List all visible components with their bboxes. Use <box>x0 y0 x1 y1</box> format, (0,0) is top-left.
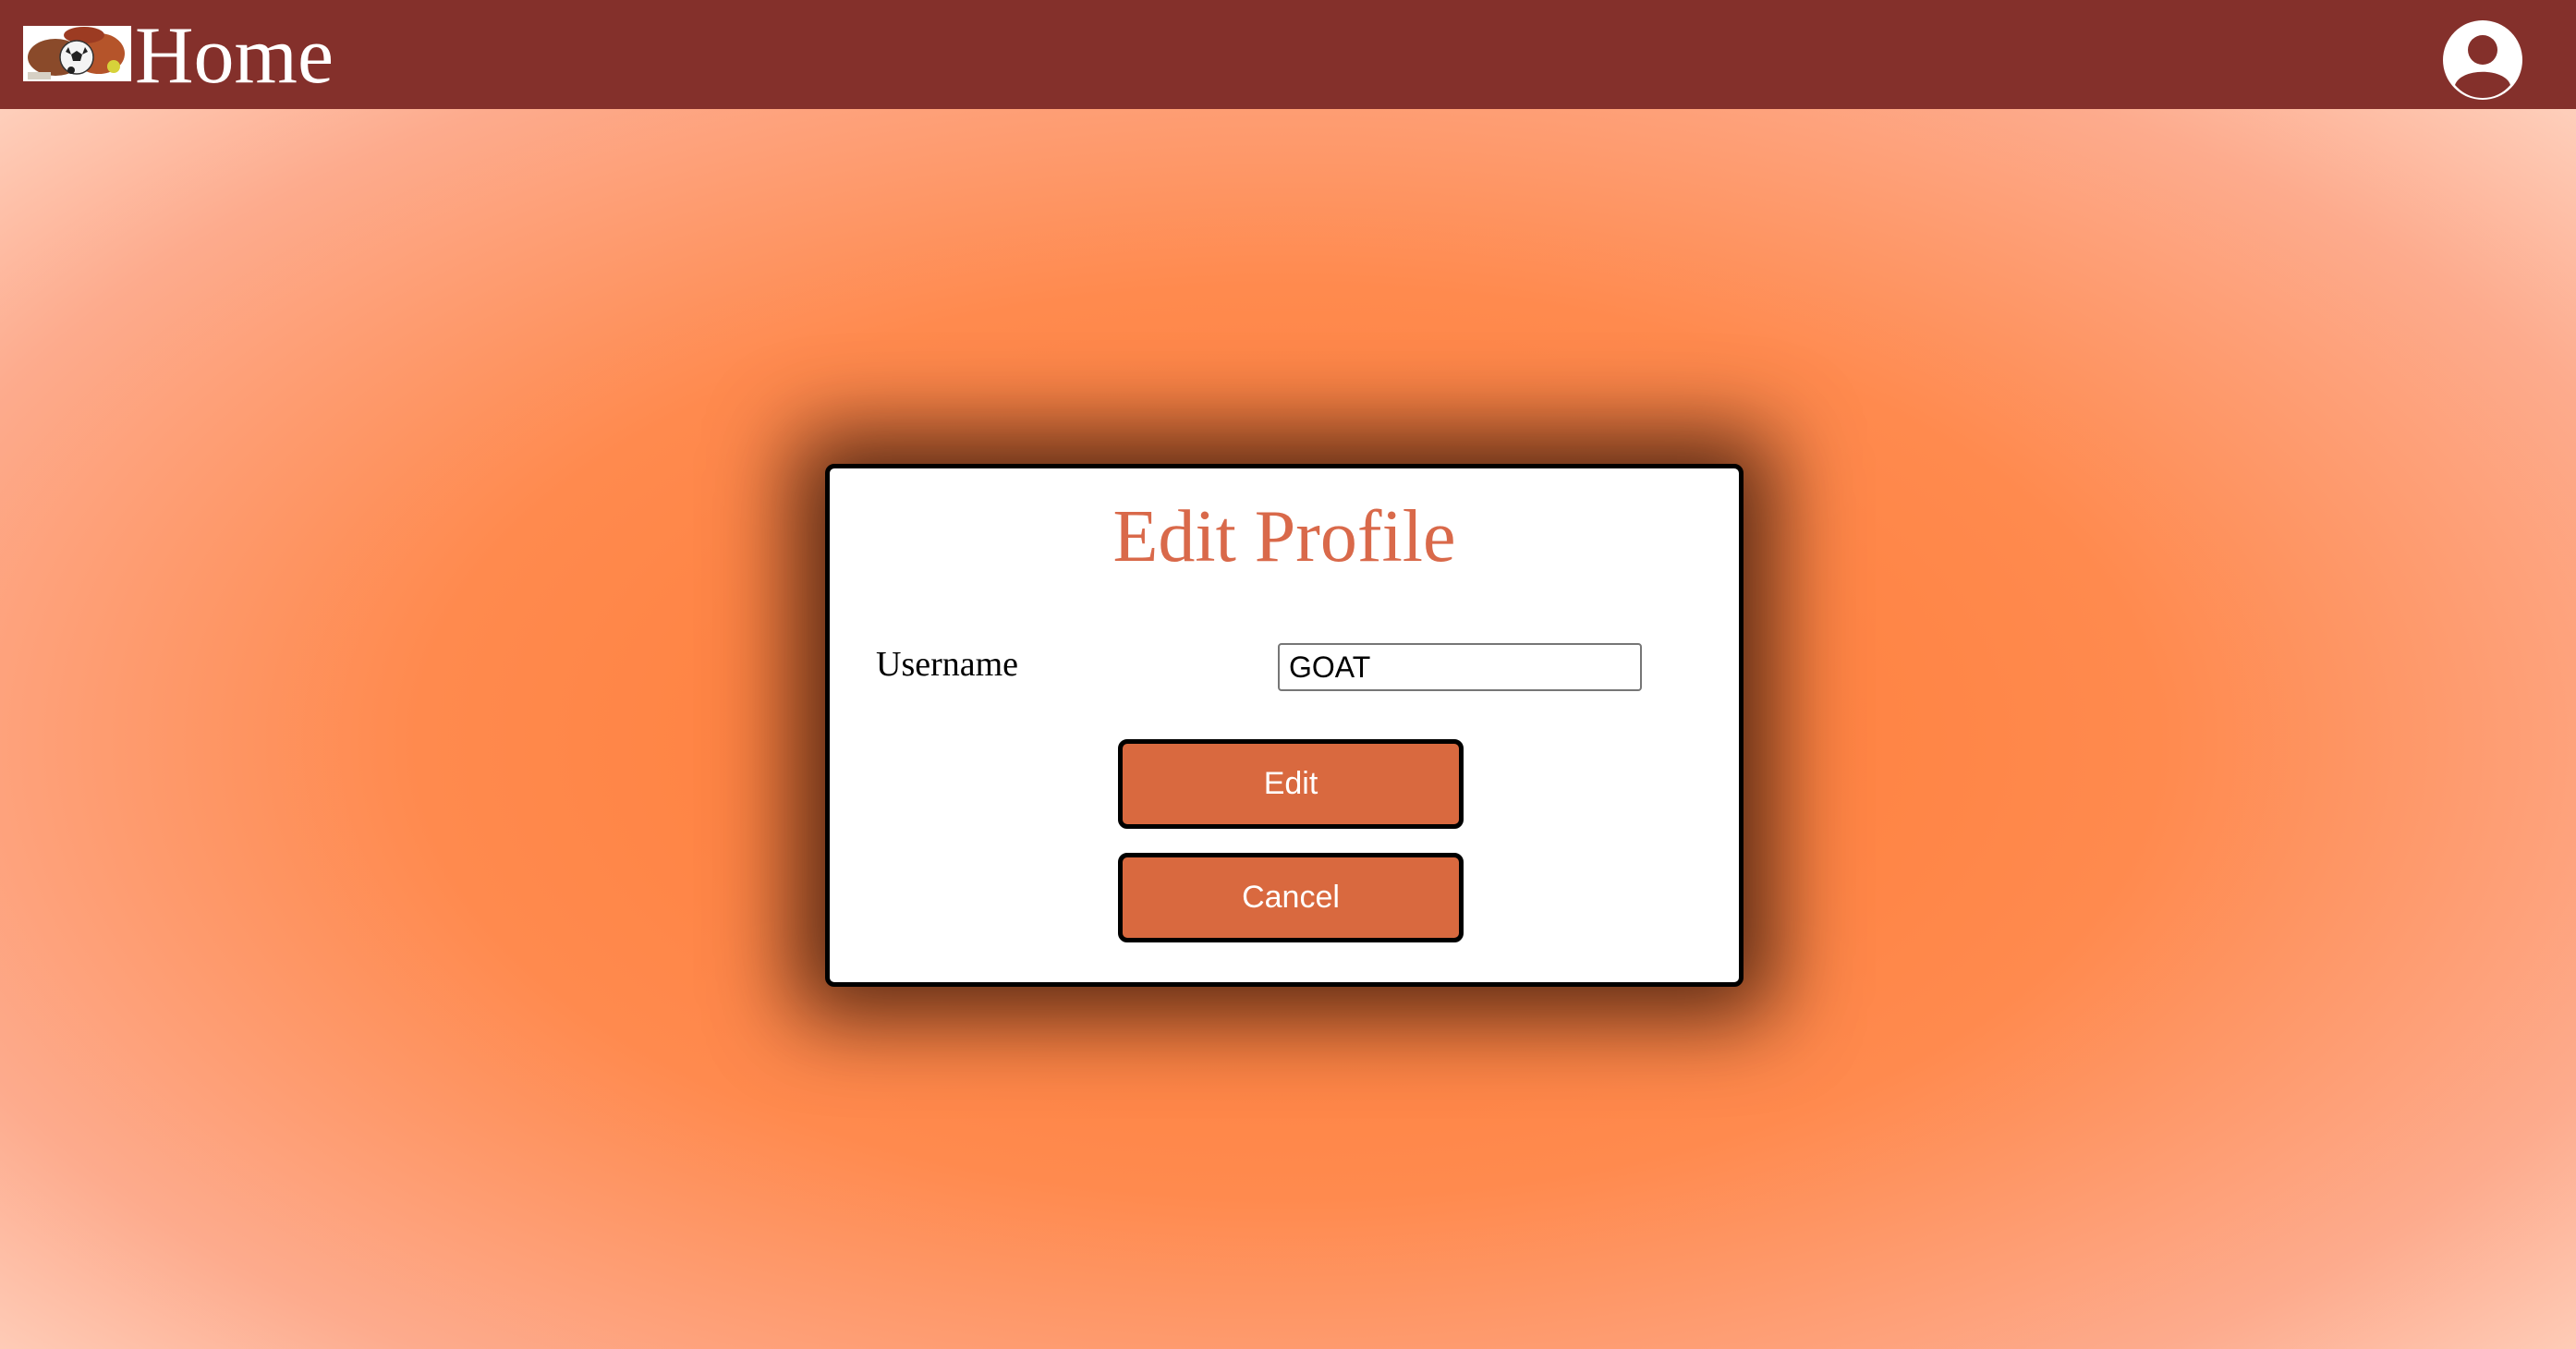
home-title[interactable]: Home <box>135 2 334 111</box>
top-navigation-bar: Home <box>0 0 2576 109</box>
username-label: Username <box>876 645 1019 684</box>
user-account-icon[interactable] <box>2442 19 2523 101</box>
dialog-title: Edit Profile <box>1112 496 1456 577</box>
edit-profile-dialog: Edit Profile Username Edit Cancel <box>825 464 1744 987</box>
edit-button[interactable]: Edit <box>1118 739 1464 829</box>
username-input[interactable] <box>1278 643 1642 691</box>
cancel-button[interactable]: Cancel <box>1118 853 1464 942</box>
soccer-ball-logo-icon[interactable] <box>23 26 131 81</box>
